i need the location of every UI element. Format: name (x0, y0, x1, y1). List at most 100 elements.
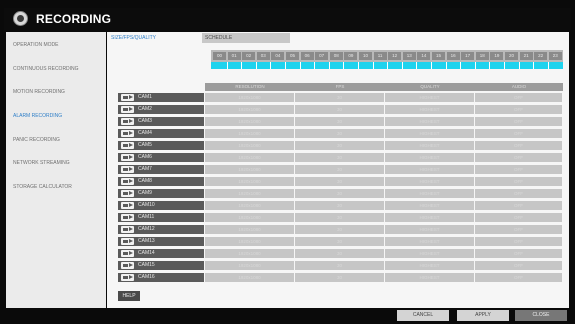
table-row[interactable]: CAM11 1920x1080 30 HIGHEST OFF (118, 213, 563, 223)
audio-cell[interactable]: OFF (475, 129, 562, 138)
fps-cell[interactable]: 30 (295, 177, 384, 186)
apply-button[interactable]: APPLY (457, 310, 509, 321)
quality-cell[interactable]: HIGHEST (385, 129, 474, 138)
help-button[interactable]: HELP (118, 291, 140, 301)
hour-cell[interactable]: 00 (213, 52, 226, 60)
hour-cell[interactable]: 16 (446, 52, 460, 60)
audio-cell[interactable]: OFF (475, 165, 562, 174)
audio-cell[interactable]: OFF (475, 105, 562, 114)
hour-cell[interactable]: 15 (432, 52, 445, 60)
resolution-cell[interactable]: 1920x1080 (205, 273, 294, 282)
camera-cell[interactable]: CAM14 (118, 249, 204, 258)
fps-cell[interactable]: 30 (295, 117, 384, 126)
hour-cell[interactable]: 02 (242, 52, 256, 60)
camera-cell[interactable]: CAM3 (118, 117, 204, 126)
audio-cell[interactable]: OFF (475, 273, 562, 282)
fps-cell[interactable]: 30 (295, 201, 384, 210)
fps-cell[interactable]: 30 (295, 249, 384, 258)
table-row[interactable]: CAM9 1920x1080 30 HIGHEST OFF (118, 189, 563, 199)
hour-cell[interactable]: 03 (256, 52, 270, 60)
hour-cell[interactable]: 18 (475, 52, 489, 60)
sidebar-item-panic-recording[interactable]: PANIC RECORDING (13, 137, 60, 143)
quality-cell[interactable]: HIGHEST (385, 165, 474, 174)
camera-cell[interactable]: CAM7 (118, 165, 204, 174)
resolution-cell[interactable]: 1920x1080 (205, 201, 294, 210)
fps-cell[interactable]: 30 (295, 165, 384, 174)
quality-cell[interactable]: HIGHEST (385, 141, 474, 150)
fps-cell[interactable]: 30 (295, 189, 384, 198)
table-row[interactable]: CAM14 1920x1080 30 HIGHEST OFF (118, 249, 563, 259)
audio-cell[interactable]: OFF (475, 117, 562, 126)
quality-cell[interactable]: HIGHEST (385, 201, 474, 210)
fps-cell[interactable]: 30 (295, 93, 384, 102)
hour-cell[interactable]: 23 (548, 52, 562, 60)
camera-cell[interactable]: CAM1 (118, 93, 204, 102)
hour-cell[interactable]: 06 (300, 52, 314, 60)
hour-cell[interactable]: 04 (271, 52, 285, 60)
quality-cell[interactable]: HIGHEST (385, 225, 474, 234)
hour-cell[interactable]: 01 (227, 52, 241, 60)
fps-cell[interactable]: 30 (295, 225, 384, 234)
camera-cell[interactable]: CAM5 (118, 141, 204, 150)
hour-cell[interactable]: 13 (402, 52, 416, 60)
audio-cell[interactable]: OFF (475, 177, 562, 186)
table-row[interactable]: CAM16 1920x1080 30 HIGHEST OFF (118, 273, 563, 283)
hour-cell[interactable]: 10 (359, 52, 372, 60)
hour-cell[interactable]: 08 (329, 52, 343, 60)
resolution-cell[interactable]: 1920x1080 (205, 93, 294, 102)
camera-cell[interactable]: CAM13 (118, 237, 204, 246)
camera-cell[interactable]: CAM12 (118, 225, 204, 234)
hour-cell[interactable]: 14 (417, 52, 431, 60)
fps-cell[interactable]: 30 (295, 141, 384, 150)
resolution-cell[interactable]: 1920x1080 (205, 117, 294, 126)
fps-cell[interactable]: 30 (295, 105, 384, 114)
hour-cell[interactable]: 12 (388, 52, 402, 60)
audio-cell[interactable]: OFF (475, 93, 562, 102)
resolution-cell[interactable]: 1920x1080 (205, 249, 294, 258)
quality-cell[interactable]: HIGHEST (385, 273, 474, 282)
hour-cell[interactable]: 21 (519, 52, 533, 60)
fps-cell[interactable]: 30 (295, 153, 384, 162)
fps-cell[interactable]: 30 (295, 213, 384, 222)
quality-cell[interactable]: HIGHEST (385, 261, 474, 270)
quality-cell[interactable]: HIGHEST (385, 213, 474, 222)
sidebar-item-continuous-recording[interactable]: CONTINUOUS RECORDING (13, 66, 79, 72)
audio-cell[interactable]: OFF (475, 153, 562, 162)
camera-cell[interactable]: CAM10 (118, 201, 204, 210)
camera-cell[interactable]: CAM15 (118, 261, 204, 270)
sidebar-item-operation-mode[interactable]: OPERATION MODE (13, 42, 58, 48)
quality-cell[interactable]: HIGHEST (385, 237, 474, 246)
camera-cell[interactable]: CAM8 (118, 177, 204, 186)
resolution-cell[interactable]: 1920x1080 (205, 105, 294, 114)
table-row[interactable]: CAM8 1920x1080 30 HIGHEST OFF (118, 177, 563, 187)
fps-cell[interactable]: 30 (295, 261, 384, 270)
resolution-cell[interactable]: 1920x1080 (205, 165, 294, 174)
table-row[interactable]: CAM7 1920x1080 30 HIGHEST OFF (118, 165, 563, 175)
tab-size-fps-quality[interactable]: SIZE/FPS/QUALITY (111, 35, 156, 41)
cancel-button[interactable]: CANCEL (397, 310, 449, 321)
resolution-cell[interactable]: 1920x1080 (205, 141, 294, 150)
hour-cell[interactable]: 17 (461, 52, 475, 60)
hour-cell[interactable]: 05 (286, 52, 299, 60)
tab-schedule[interactable]: SCHEDULE (202, 33, 290, 43)
resolution-cell[interactable]: 1920x1080 (205, 153, 294, 162)
quality-cell[interactable]: HIGHEST (385, 93, 474, 102)
audio-cell[interactable]: OFF (475, 237, 562, 246)
quality-cell[interactable]: HIGHEST (385, 189, 474, 198)
quality-cell[interactable]: HIGHEST (385, 177, 474, 186)
audio-cell[interactable]: OFF (475, 261, 562, 270)
audio-cell[interactable]: OFF (475, 141, 562, 150)
sidebar-item-network-streaming[interactable]: NETWORK STREAMING (13, 160, 70, 166)
table-row[interactable]: CAM13 1920x1080 30 HIGHEST OFF (118, 237, 563, 247)
quality-cell[interactable]: HIGHEST (385, 105, 474, 114)
table-row[interactable]: CAM12 1920x1080 30 HIGHEST OFF (118, 225, 563, 235)
sidebar-item-motion-recording[interactable]: MOTION RECORDING (13, 89, 65, 95)
camera-cell[interactable]: CAM16 (118, 273, 204, 282)
hour-cell[interactable]: 11 (373, 52, 387, 60)
fps-cell[interactable]: 30 (295, 129, 384, 138)
audio-cell[interactable]: OFF (475, 225, 562, 234)
table-row[interactable]: CAM5 1920x1080 30 HIGHEST OFF (118, 141, 563, 151)
resolution-cell[interactable]: 1920x1080 (205, 213, 294, 222)
audio-cell[interactable]: OFF (475, 201, 562, 210)
table-row[interactable]: CAM6 1920x1080 30 HIGHEST OFF (118, 153, 563, 163)
